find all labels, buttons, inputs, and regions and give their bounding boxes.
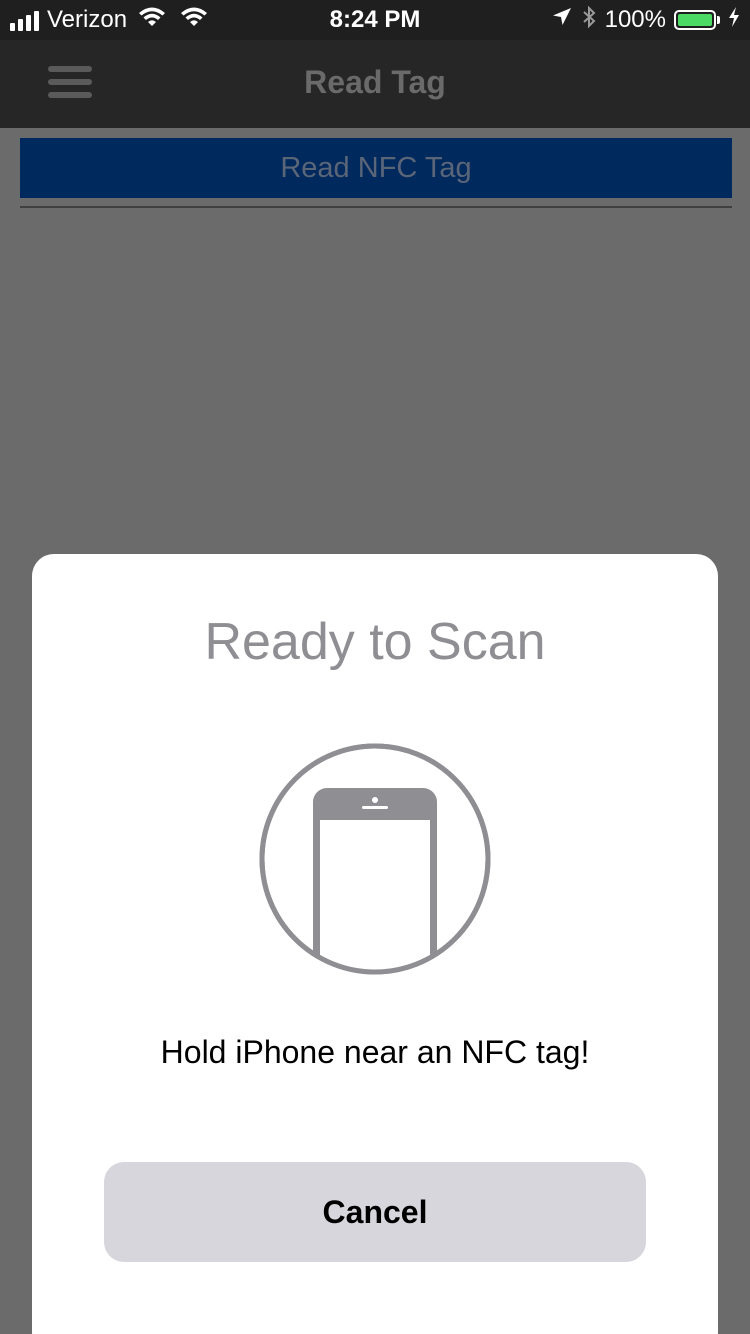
charging-icon: [728, 6, 740, 35]
divider: [20, 206, 732, 208]
scan-sheet: Ready to Scan Hold iPhone near an NFC ta…: [32, 554, 718, 1334]
bluetooth-icon: [581, 5, 597, 36]
battery-fill: [678, 14, 712, 26]
cancel-button[interactable]: Cancel: [104, 1162, 646, 1262]
status-right: 100%: [551, 5, 740, 36]
page-title: Read Tag: [304, 64, 446, 100]
status-bar: Verizon 8:24 PM 100%: [0, 0, 750, 40]
battery-percent: 100%: [604, 6, 666, 33]
read-nfc-tag-button[interactable]: Read NFC Tag: [20, 138, 732, 198]
nav-bar: Read Tag: [0, 40, 750, 128]
phone-icon: [258, 742, 492, 976]
app-screen: Verizon 8:24 PM 100% Read Tag Read NFC T…: [0, 0, 750, 1334]
battery-icon: [674, 10, 720, 30]
sheet-title: Ready to Scan: [204, 613, 546, 671]
location-icon: [551, 6, 573, 35]
sheet-message: Hold iPhone near an NFC tag!: [160, 1034, 590, 1070]
